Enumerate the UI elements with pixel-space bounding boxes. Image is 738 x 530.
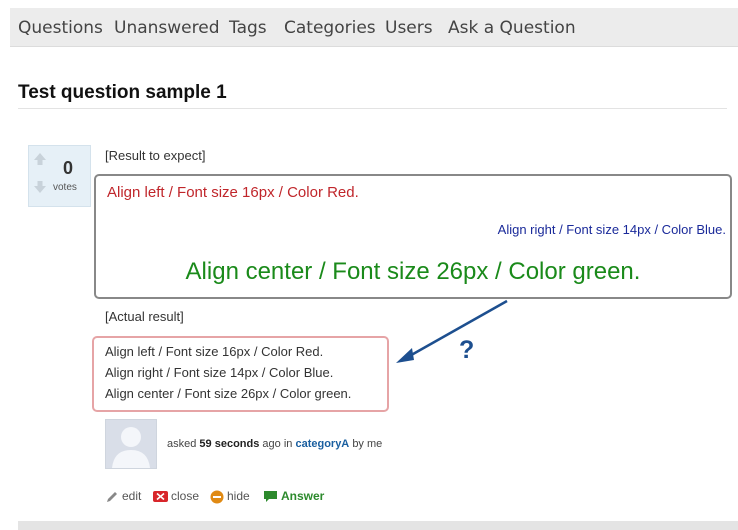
edit-label: edit xyxy=(122,489,142,503)
answer-action[interactable]: Answer xyxy=(263,489,324,503)
hide-label: hide xyxy=(227,489,250,503)
actual-result-box: Align left / Font size 16px / Color Red.… xyxy=(92,336,389,412)
votes-label: votes xyxy=(53,182,77,193)
annotation-question-mark: ? xyxy=(459,336,475,364)
vote-up-icon[interactable] xyxy=(33,152,47,166)
nav-ask-question[interactable]: Ask a Question xyxy=(448,18,576,38)
actual-label: [Actual result] xyxy=(105,309,184,324)
edit-action[interactable]: edit xyxy=(105,489,141,503)
question-title: Test question sample 1 xyxy=(18,82,227,103)
vote-box: 0 votes xyxy=(28,145,91,207)
annotation-arrow-icon xyxy=(396,299,508,363)
expect-label: [Result to expect] xyxy=(105,148,206,163)
nav-users[interactable]: Users xyxy=(385,18,433,38)
actual-line-1: Align left / Font size 16px / Color Red. xyxy=(105,344,324,359)
asked-time: 59 seconds xyxy=(199,438,260,450)
pencil-icon xyxy=(107,491,117,502)
user-silhouette-icon xyxy=(106,420,156,468)
asked-meta: asked 59 seconds ago in categoryA by me xyxy=(167,438,382,450)
asked-prefix: asked xyxy=(167,438,197,450)
expected-red-line: Align left / Font size 16px / Color Red. xyxy=(107,184,359,201)
hide-icon xyxy=(210,490,224,504)
bottom-bar xyxy=(18,521,738,530)
top-navigation: Questions Unanswered Tags Categories Use… xyxy=(10,8,738,47)
nav-questions[interactable]: Questions xyxy=(18,18,103,38)
title-divider xyxy=(18,108,727,109)
vote-count: 0 xyxy=(63,158,74,178)
answer-label: Answer xyxy=(281,489,325,503)
close-action[interactable]: close xyxy=(153,489,199,503)
vote-down-icon[interactable] xyxy=(33,180,47,194)
expected-blue-line: Align right / Font size 14px / Color Blu… xyxy=(497,222,726,237)
category-link[interactable]: categoryA xyxy=(295,438,349,450)
actual-line-2: Align right / Font size 14px / Color Blu… xyxy=(105,365,334,380)
hide-action[interactable]: hide xyxy=(210,489,250,504)
asked-by[interactable]: by me xyxy=(352,438,382,450)
expected-result-box: Align left / Font size 16px / Color Red.… xyxy=(94,174,732,299)
expected-green-line: Align center / Font size 26px / Color gr… xyxy=(185,258,641,285)
close-label: close xyxy=(171,489,200,503)
avatar[interactable] xyxy=(105,419,157,469)
actual-line-3: Align center / Font size 26px / Color gr… xyxy=(105,386,352,401)
speech-bubble-icon xyxy=(264,491,277,503)
page: Questions Unanswered Tags Categories Use… xyxy=(0,0,738,530)
nav-unanswered[interactable]: Unanswered xyxy=(114,18,220,38)
close-icon xyxy=(153,491,168,503)
nav-categories[interactable]: Categories xyxy=(284,18,376,38)
asked-ago: ago in xyxy=(262,438,293,450)
nav-tags[interactable]: Tags xyxy=(229,18,267,38)
